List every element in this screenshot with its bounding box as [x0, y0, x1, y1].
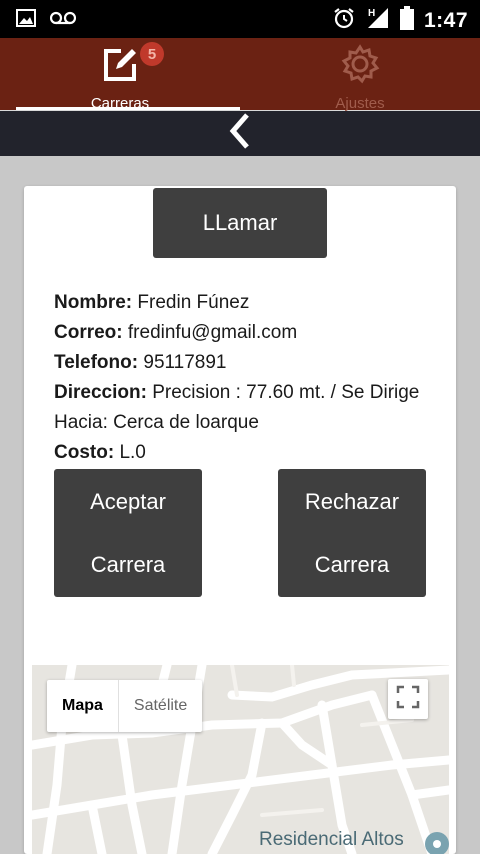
address-label: Direccion:	[54, 382, 147, 403]
call-button[interactable]: LLamar	[153, 188, 327, 258]
name-label: Nombre:	[54, 292, 133, 313]
tab-label-ajustes: Ajustes	[335, 95, 385, 112]
email-row: Correo: fredinfu@gmail.com	[54, 318, 434, 348]
map-type-satellite-button[interactable]: Satélite	[117, 680, 202, 732]
accept-line-2: Carrera	[90, 552, 166, 577]
map-view[interactable]: Mapa Satélite Residencial Altos	[32, 665, 449, 854]
email-value: fredinfu@gmail.com	[127, 322, 298, 343]
clock-time: 1:47	[423, 8, 468, 32]
accept-ride-button[interactable]: Aceptar Carrera	[54, 469, 202, 597]
tab-bar: 5 Carreras Ajustes	[0, 38, 480, 112]
reject-ride-button[interactable]: Rechazar Carrera	[278, 469, 426, 597]
back-bar	[0, 111, 480, 156]
ride-detail-card: LLamar Nombre: Fredin Fúnez Correo: fred…	[24, 186, 456, 854]
address-row: Direccion: Precision : 77.60 mt. / Se Di…	[54, 378, 434, 438]
status-bar: H 1:47	[0, 0, 480, 38]
notification-badge: 5	[140, 42, 164, 66]
voicemail-icon	[49, 11, 77, 30]
accept-line-1: Aceptar	[90, 489, 166, 514]
chevron-left-icon[interactable]	[225, 111, 255, 156]
battery-icon	[399, 6, 414, 35]
reject-line-1: Rechazar	[304, 489, 400, 514]
map-place-label: Residencial Altos	[259, 829, 404, 850]
alarm-icon	[332, 6, 356, 35]
gear-icon	[340, 44, 380, 89]
phone-label: Telefono:	[54, 352, 139, 373]
passenger-info: Nombre: Fredin Fúnez Correo: fredinfu@gm…	[54, 288, 434, 468]
signal-h-icon: H	[366, 6, 390, 35]
cost-label: Costo:	[54, 442, 115, 463]
edit-icon	[101, 46, 139, 89]
name-value: Fredin Fúnez	[137, 292, 250, 313]
fullscreen-button[interactable]	[388, 679, 428, 719]
phone-value: 95117891	[143, 352, 227, 373]
tab-ajustes[interactable]: Ajustes	[240, 38, 480, 112]
email-label: Correo:	[54, 322, 123, 343]
svg-text:H: H	[368, 8, 375, 19]
phone-row: Telefono: 95117891	[54, 348, 434, 378]
cost-value: L.0	[119, 442, 146, 463]
active-tab-indicator	[16, 107, 240, 110]
map-pin-icon	[425, 832, 449, 854]
map-type-control: Mapa Satélite	[47, 680, 203, 732]
cost-row: Costo: L.0	[54, 438, 434, 468]
tab-carreras[interactable]: 5 Carreras	[0, 38, 240, 112]
name-row: Nombre: Fredin Fúnez	[54, 288, 434, 318]
image-icon	[16, 9, 36, 32]
reject-line-2: Carrera	[314, 552, 390, 577]
map-type-map-button[interactable]: Mapa	[47, 680, 118, 732]
fullscreen-icon	[396, 685, 420, 714]
